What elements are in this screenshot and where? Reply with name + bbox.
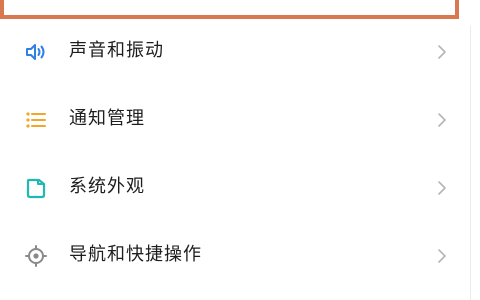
list-icon bbox=[24, 108, 48, 132]
settings-item-label: 系统外观 bbox=[69, 176, 145, 197]
settings-item-navigation[interactable]: 导航和快捷操作 bbox=[0, 231, 470, 281]
highlighted-item-outline bbox=[0, 0, 459, 19]
settings-item-notifications[interactable]: 通知管理 bbox=[0, 95, 470, 145]
navigation-icon bbox=[24, 244, 48, 268]
chevron-right-icon bbox=[436, 43, 448, 61]
chevron-right-icon bbox=[436, 179, 448, 197]
settings-item-appearance[interactable]: 系统外观 bbox=[0, 163, 470, 213]
settings-item-label: 导航和快捷操作 bbox=[69, 244, 202, 265]
speaker-icon bbox=[24, 40, 48, 64]
chevron-right-icon bbox=[436, 247, 448, 265]
settings-item-label: 通知管理 bbox=[69, 108, 145, 129]
appearance-icon bbox=[24, 176, 48, 200]
settings-item-label: 声音和振动 bbox=[69, 40, 164, 61]
chevron-right-icon bbox=[436, 111, 448, 129]
settings-item-sound-vibration[interactable]: 声音和振动 bbox=[0, 27, 470, 77]
right-divider bbox=[470, 26, 471, 300]
settings-screen: 声音和振动 通知管理 系统外观 导航和快捷操作 bbox=[0, 0, 480, 300]
